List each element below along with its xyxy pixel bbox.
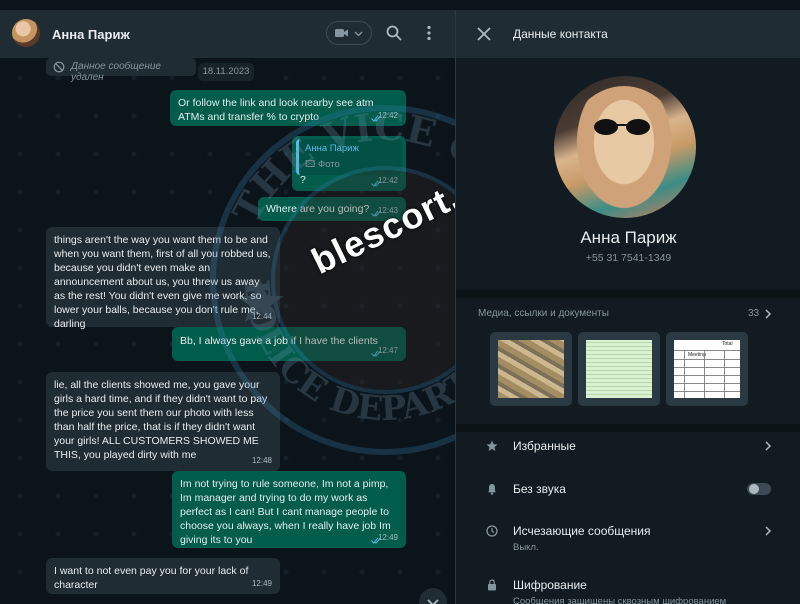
sunglasses-graphic (594, 119, 650, 135)
media-thumbnail-spreadsheet: Total Meeting (674, 340, 740, 398)
quoted-message[interactable]: Анна Париж 🖾 Фото (296, 139, 402, 175)
message-bubble[interactable]: lie, all the clients showed me, you gave… (46, 372, 280, 471)
timer-icon (486, 525, 498, 537)
profile-photo-face (564, 86, 684, 218)
read-receipt-icon (371, 115, 381, 122)
disappearing-messages-row[interactable]: Исчезающие сообщения Выкл. (456, 520, 800, 564)
disappearing-messages-status: Выкл. (513, 542, 539, 553)
read-receipt-icon (371, 180, 381, 187)
search-icon[interactable] (386, 25, 402, 41)
message-time: 12:48 (251, 456, 272, 465)
message-time: 12:49 (251, 579, 272, 588)
mute-toggle[interactable] (747, 483, 771, 495)
chat-pane: Анна Париж Данное сообщение удален 18.11… (0, 10, 455, 604)
read-receipt-icon (371, 537, 381, 544)
message-time: 12:44 (251, 312, 272, 321)
section-divider (456, 424, 800, 432)
profile-section: Анна Париж +55 31 7541-1349 (456, 58, 800, 290)
blocked-icon (53, 61, 65, 73)
lock-icon (488, 579, 496, 591)
message-text: lie, all the clients showed me, you gave… (54, 379, 268, 461)
media-thumbnail[interactable] (490, 332, 572, 406)
chevron-down-icon (354, 31, 363, 37)
spreadsheet-total-label: Total (722, 341, 733, 347)
media-thumbnail[interactable]: Total Meeting (666, 332, 748, 406)
encryption-label: Шифрование (513, 578, 587, 592)
profile-name: Анна Париж (580, 228, 677, 247)
media-thumbnail-image (498, 340, 564, 398)
media-count[interactable]: 33 (748, 308, 759, 319)
contact-info-header: Данные контакта (456, 10, 800, 58)
close-icon[interactable] (477, 27, 491, 41)
chat-contact-name[interactable]: Анна Париж (52, 27, 130, 42)
favorites-row[interactable]: Избранные (456, 434, 800, 478)
profile-photo[interactable] (554, 76, 696, 218)
contact-info-title: Данные контакта (513, 27, 608, 41)
toggle-knob (749, 484, 759, 494)
scroll-down-button[interactable] (419, 588, 447, 604)
mute-label: Без звука (513, 482, 566, 496)
quote-photo-label: 🖾 Фото (305, 159, 340, 170)
message-text: I want to not even pay you for your lack… (54, 565, 249, 591)
encryption-row[interactable]: Шифрование Сообщения защищены сквозным ш… (456, 574, 800, 604)
message-bubble[interactable]: Bb, I always gave a job if I have the cl… (172, 327, 406, 361)
menu-dots-icon[interactable] (425, 25, 433, 41)
disappearing-messages-label: Исчезающие сообщения (513, 524, 651, 538)
message-bubble[interactable]: things aren't the way you want them to b… (46, 227, 280, 330)
video-call-button[interactable] (326, 21, 372, 45)
message-bubble[interactable]: I want to not even pay you for your lack… (46, 558, 280, 594)
quote-author: Анна Париж (305, 143, 359, 154)
profile-phone: +55 31 7541-1349 (585, 252, 672, 264)
chevron-right-icon (765, 441, 772, 451)
message-text: Or follow the link and look nearby see a… (178, 97, 374, 123)
chat-header[interactable]: Анна Париж (0, 10, 455, 58)
message-text: ? (300, 174, 306, 186)
deleted-message: Данное сообщение удален (46, 58, 196, 83)
chevron-down-icon (427, 599, 439, 604)
encryption-description: Сообщения защищены сквозным шифрованием (513, 596, 727, 604)
message-text: Bb, I always gave a job if I have the cl… (180, 335, 378, 347)
deleted-message-text: Данное сообщение удален (71, 61, 161, 83)
media-thumbnail[interactable] (578, 332, 660, 406)
contact-avatar[interactable] (12, 19, 40, 47)
message-bubble[interactable]: Or follow the link and look nearby see a… (170, 90, 406, 126)
read-receipt-icon (371, 350, 381, 357)
video-call-icon (335, 29, 348, 37)
message-bubble[interactable]: Im not trying to rule someone, Im not a … (172, 471, 406, 548)
date-separator: 18.11.2023 (198, 63, 254, 81)
message-text: things aren't the way you want them to b… (54, 234, 271, 330)
bell-icon (487, 484, 497, 495)
message-text: Im not trying to rule someone, Im not a … (180, 478, 391, 546)
media-thumbnail-image (586, 340, 652, 398)
contact-info-panel: Данные контакта Анна Париж +55 31 7541-1… (455, 10, 800, 604)
favorites-label: Избранные (513, 439, 576, 453)
chevron-right-icon[interactable] (764, 309, 772, 319)
message-text: Where are you going? (266, 203, 370, 215)
media-section-label[interactable]: Медиа, ссылки и документы (478, 308, 609, 319)
section-divider (456, 290, 800, 298)
star-icon (486, 440, 498, 451)
chevron-right-icon (765, 526, 772, 536)
window-top-strip (0, 0, 800, 10)
